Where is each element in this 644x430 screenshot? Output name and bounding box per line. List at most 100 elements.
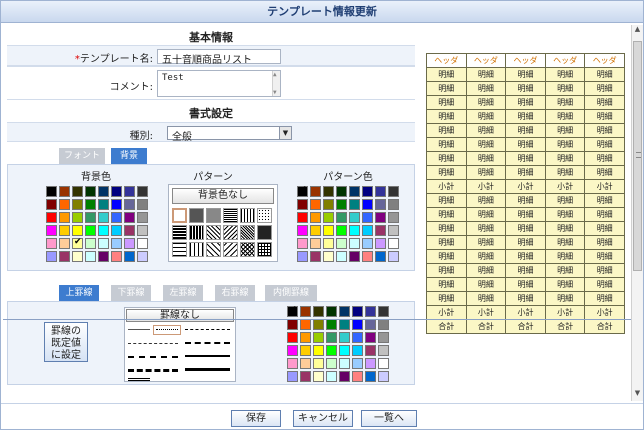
border-color-swatch[interactable] — [352, 371, 363, 382]
cancel-button[interactable]: キャンセル — [293, 410, 353, 427]
pattern-color-swatch[interactable] — [362, 186, 373, 197]
pattern-tile[interactable] — [189, 242, 204, 257]
pattern-tile[interactable] — [206, 242, 221, 257]
bg-color-swatch[interactable] — [137, 186, 148, 197]
bg-color-swatch[interactable] — [59, 212, 70, 223]
save-button[interactable]: 保存 — [231, 410, 281, 427]
border-color-swatch[interactable] — [365, 332, 376, 343]
border-color-swatch[interactable] — [378, 345, 389, 356]
border-color-swatch[interactable] — [300, 345, 311, 356]
border-color-swatch[interactable] — [287, 345, 298, 356]
pattern-color-swatch[interactable] — [297, 199, 308, 210]
pattern-color-swatch[interactable] — [349, 199, 360, 210]
pattern-color-swatch[interactable] — [349, 212, 360, 223]
border-color-swatch[interactable] — [300, 371, 311, 382]
pattern-color-swatch[interactable] — [388, 186, 399, 197]
template-name-input[interactable]: 五十音順商品リスト — [157, 49, 281, 66]
border-color-swatch[interactable] — [326, 319, 337, 330]
pattern-color-swatch[interactable] — [388, 225, 399, 236]
comment-textarea[interactable]: Test — [157, 70, 281, 97]
pattern-color-swatch[interactable] — [388, 238, 399, 249]
pattern-tile[interactable] — [172, 208, 187, 223]
pattern-tile[interactable] — [206, 225, 221, 240]
pattern-color-swatch[interactable] — [375, 238, 386, 249]
bg-color-swatch[interactable] — [111, 251, 122, 262]
bg-color-swatch[interactable] — [46, 238, 57, 249]
pattern-color-swatch[interactable] — [362, 225, 373, 236]
pattern-color-swatch[interactable] — [310, 212, 321, 223]
pattern-color-swatch[interactable] — [310, 251, 321, 262]
pattern-color-swatch[interactable] — [349, 225, 360, 236]
bg-color-swatch[interactable] — [124, 212, 135, 223]
pattern-tile[interactable] — [172, 225, 187, 240]
pattern-color-swatch[interactable] — [349, 186, 360, 197]
scroll-thumb[interactable] — [633, 41, 642, 271]
bg-color-swatch[interactable] — [137, 225, 148, 236]
bg-color-swatch[interactable] — [98, 225, 109, 236]
bg-color-swatch[interactable] — [124, 251, 135, 262]
border-color-swatch[interactable] — [313, 332, 324, 343]
pattern-tile[interactable] — [240, 225, 255, 240]
bg-color-swatch[interactable] — [137, 238, 148, 249]
pattern-tile[interactable] — [257, 242, 272, 257]
pattern-color-swatch[interactable] — [310, 199, 321, 210]
line-style-dashed[interactable] — [128, 343, 178, 344]
pattern-color-swatch[interactable] — [336, 251, 347, 262]
scroll-down-icon[interactable]: ▼ — [632, 389, 643, 401]
tab-border-left[interactable]: 左罫線 — [163, 285, 203, 301]
bg-color-swatch[interactable] — [111, 225, 122, 236]
no-background-button[interactable]: 背景色なし — [172, 188, 274, 204]
border-color-swatch[interactable] — [300, 306, 311, 317]
pattern-color-swatch[interactable] — [323, 212, 334, 223]
pattern-color-swatch[interactable] — [297, 212, 308, 223]
pattern-color-swatch[interactable] — [388, 199, 399, 210]
border-color-swatch[interactable] — [326, 345, 337, 356]
pattern-color-swatch[interactable] — [297, 185, 308, 197]
pattern-color-swatch[interactable] — [375, 212, 386, 223]
pattern-color-swatch[interactable] — [323, 225, 334, 236]
border-color-swatch[interactable] — [287, 371, 298, 382]
border-color-swatch[interactable] — [313, 358, 324, 369]
border-color-swatch[interactable] — [378, 332, 389, 343]
pattern-tile[interactable] — [206, 208, 221, 223]
pattern-tile[interactable] — [223, 242, 238, 257]
line-style-medium[interactable] — [185, 355, 230, 357]
border-color-swatch[interactable] — [352, 332, 363, 343]
tab-background[interactable]: 背景 — [111, 148, 147, 164]
pattern-tile[interactable] — [223, 225, 238, 240]
border-color-swatch[interactable] — [365, 306, 376, 317]
pattern-tile[interactable] — [223, 208, 238, 223]
border-color-swatch[interactable] — [339, 306, 350, 317]
bg-color-swatch[interactable] — [72, 186, 83, 197]
border-color-swatch[interactable] — [378, 306, 389, 317]
type-select[interactable]: 全般 ▼ — [167, 126, 292, 143]
pattern-tile[interactable] — [240, 242, 255, 257]
border-color-swatch[interactable] — [326, 306, 337, 317]
pattern-color-swatch[interactable] — [375, 225, 386, 236]
line-style-dashdot[interactable] — [185, 329, 230, 330]
border-color-swatch[interactable] — [326, 371, 337, 382]
bg-color-swatch[interactable] — [46, 212, 57, 223]
selected-line-style[interactable] — [153, 325, 181, 335]
pattern-color-swatch[interactable] — [388, 251, 399, 262]
border-color-swatch[interactable] — [339, 345, 350, 356]
pattern-color-swatch[interactable] — [310, 225, 321, 236]
border-color-swatch[interactable] — [339, 332, 350, 343]
pattern-color-swatch[interactable] — [297, 225, 308, 236]
scroll-up-icon[interactable]: ▲ — [632, 25, 643, 37]
bg-color-swatch[interactable] — [98, 199, 109, 210]
border-color-swatch[interactable] — [365, 345, 376, 356]
bg-color-swatch[interactable] — [85, 212, 96, 223]
pattern-color-swatch[interactable] — [362, 238, 373, 249]
bg-color-swatch[interactable] — [46, 199, 57, 210]
pattern-color-swatch[interactable] — [336, 212, 347, 223]
border-color-swatch[interactable] — [287, 332, 298, 343]
border-color-swatch[interactable] — [352, 319, 363, 330]
pattern-color-swatch[interactable] — [310, 238, 321, 249]
bg-color-swatch[interactable] — [72, 237, 83, 249]
bg-color-swatch[interactable] — [124, 199, 135, 210]
bg-color-swatch[interactable] — [98, 251, 109, 262]
border-color-swatch[interactable] — [287, 319, 298, 330]
bg-color-swatch[interactable] — [137, 212, 148, 223]
border-color-swatch[interactable] — [326, 332, 337, 343]
